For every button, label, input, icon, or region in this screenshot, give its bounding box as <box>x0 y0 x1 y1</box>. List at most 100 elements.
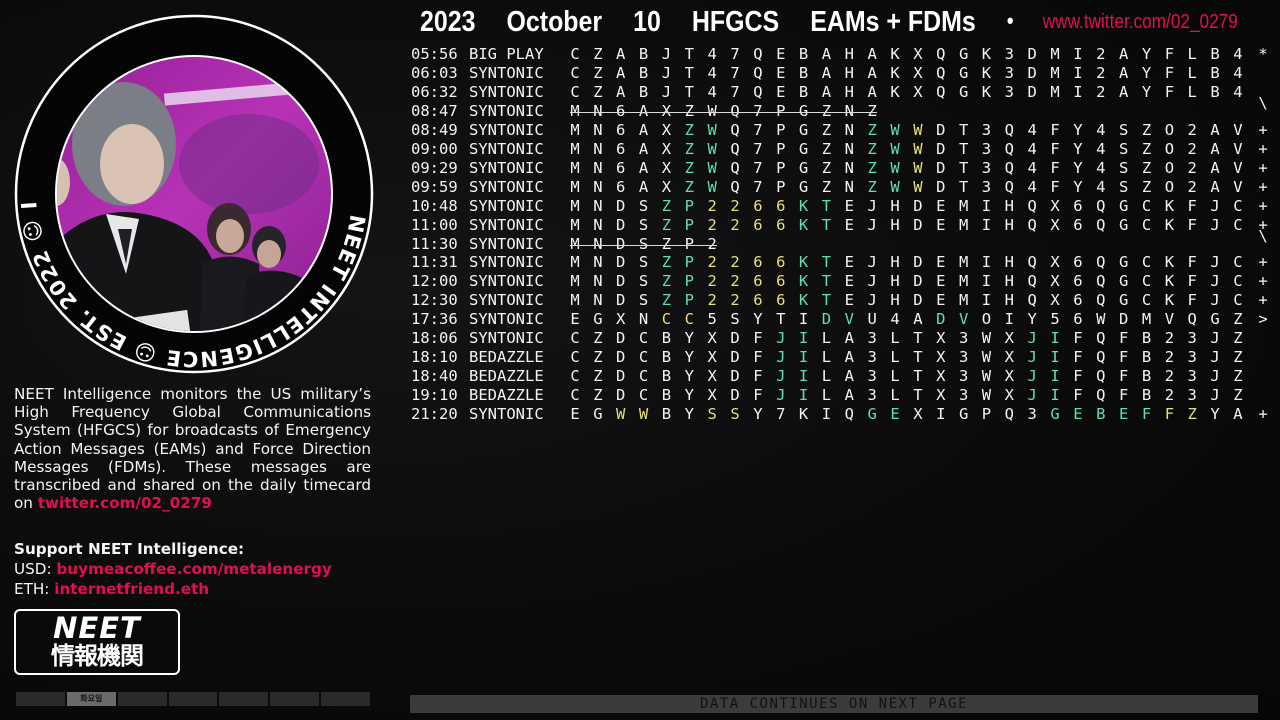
message-char: T <box>958 177 969 196</box>
message-char: H <box>890 196 900 215</box>
message-char: N <box>844 177 854 196</box>
message-char: G <box>958 45 969 63</box>
message-char: Q <box>1096 291 1106 310</box>
message-char: F <box>1187 215 1197 234</box>
message-char: X <box>707 348 717 367</box>
message-char: D <box>913 253 923 272</box>
message-char: B <box>638 45 649 63</box>
log-station: BIG PLAY <box>469 45 544 63</box>
message-char: I <box>798 329 809 348</box>
message-char: P <box>776 120 786 139</box>
message-char: F <box>1164 45 1175 63</box>
log-station: SYNTONIC <box>469 63 544 82</box>
message-char: G <box>1118 196 1129 215</box>
message-char: Z <box>867 139 877 158</box>
message-char: Q <box>1004 139 1014 158</box>
message-char: Y <box>1141 45 1152 63</box>
message-char: B <box>661 329 672 348</box>
message-char: O <box>1164 158 1175 177</box>
message-char: M <box>570 177 580 196</box>
message-char: A <box>1118 82 1129 101</box>
message-char: I <box>1050 329 1060 348</box>
message-char: J <box>661 63 672 82</box>
message-char: N <box>593 177 603 196</box>
message-char: K <box>798 253 809 272</box>
about-twitter-link[interactable]: twitter.com/02_0279 <box>38 494 212 512</box>
weekday-cell <box>168 692 218 706</box>
message-char: 2 <box>1187 120 1197 139</box>
message-char: C <box>570 348 580 367</box>
message-char: Q <box>730 120 740 139</box>
message-char: E <box>776 82 786 101</box>
message-char: Y <box>1073 120 1083 139</box>
row-marker: + <box>1258 139 1268 158</box>
message-char: Q <box>1004 177 1014 196</box>
message-char: J <box>867 196 877 215</box>
message-char: Q <box>1096 215 1106 234</box>
message-char: A <box>638 120 649 139</box>
message-char: Q <box>1096 367 1106 386</box>
eth-link[interactable]: internetfriend.eth <box>54 580 209 598</box>
message-char: E <box>570 405 580 424</box>
message-char: C <box>1141 291 1152 310</box>
message-char: Z <box>593 348 603 367</box>
message-char: S <box>638 272 649 291</box>
message-char: F <box>1073 386 1083 405</box>
message-char: B <box>1210 82 1220 101</box>
log-station: SYNTONIC <box>469 158 544 177</box>
message-char: Z <box>1233 348 1243 367</box>
message-char: G <box>867 405 877 424</box>
message-char: B <box>1141 329 1152 348</box>
header-twitter-url[interactable]: www.twitter.com/02_0279 <box>1043 11 1238 34</box>
message-char: F <box>1187 253 1197 272</box>
message-char: X <box>1004 386 1014 405</box>
message-char: 4 <box>1233 82 1243 101</box>
message-char: D <box>616 272 626 291</box>
message-char: I <box>798 310 809 329</box>
log-station: SYNTONIC <box>469 82 544 101</box>
message-char: 3 <box>1004 63 1014 82</box>
row-marker: + <box>1258 158 1268 177</box>
message-char: X <box>1004 367 1014 386</box>
message-char: Z <box>593 63 603 82</box>
message-char: X <box>1050 196 1060 215</box>
message-char: X <box>707 367 717 386</box>
weekday-cell <box>270 692 320 706</box>
log-time: 12:00 <box>411 272 458 291</box>
message-char: Q <box>1096 253 1106 272</box>
row-marker: + <box>1258 196 1268 215</box>
usd-link[interactable]: buymeacoffee.com/metalenergy <box>56 560 331 578</box>
message-char: W <box>981 386 992 405</box>
log-time: 12:30 <box>411 291 458 310</box>
message-char: T <box>913 367 923 386</box>
message-char: F <box>753 329 763 348</box>
weekday-cell <box>321 692 371 706</box>
message-char: F <box>1050 177 1060 196</box>
message-char: Y <box>1073 158 1083 177</box>
message-char: Y <box>753 310 763 329</box>
message-char: 3 <box>958 367 969 386</box>
message-char: H <box>1004 272 1014 291</box>
message-char: T <box>684 82 694 101</box>
message-char: A <box>844 386 854 405</box>
message-char: T <box>958 139 969 158</box>
log-station: SYNTONIC <box>469 177 544 196</box>
message-char: W <box>913 177 923 196</box>
message-char: Z <box>1141 158 1152 177</box>
message-char: A <box>1210 158 1220 177</box>
message-char: 4 <box>707 82 717 101</box>
message-char: K <box>798 196 809 215</box>
message-char: J <box>776 329 786 348</box>
message-char: Q <box>1027 253 1037 272</box>
message-char: W <box>981 329 992 348</box>
message-char: 2 <box>707 196 717 215</box>
message-char: 3 <box>867 367 877 386</box>
message-char: G <box>798 158 809 177</box>
message-char: 3 <box>1004 45 1014 63</box>
message-char: N <box>593 291 603 310</box>
message-char: F <box>1118 386 1129 405</box>
header-day: 10 <box>633 6 661 38</box>
message-char: I <box>1073 63 1083 82</box>
message-char: E <box>890 405 900 424</box>
log-time: 08:49 <box>411 120 458 139</box>
